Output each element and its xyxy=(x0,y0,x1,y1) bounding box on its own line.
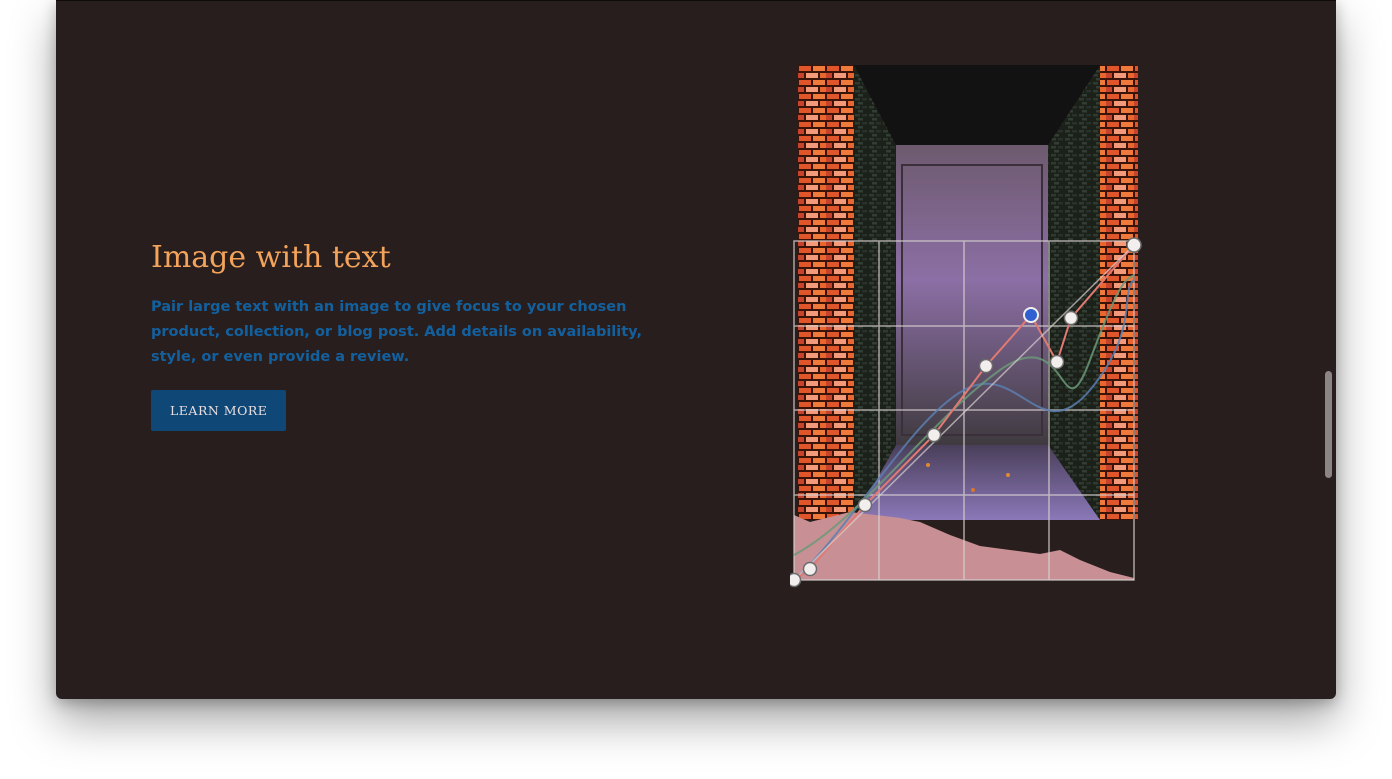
scrollbar-thumb[interactable] xyxy=(1325,371,1332,478)
top-divider xyxy=(56,0,1336,1)
page-window: Image with text Pair large text with an … xyxy=(56,0,1336,699)
learn-more-button[interactable]: LEARN MORE xyxy=(151,390,287,431)
section-heading: Image with text xyxy=(151,240,391,275)
scrollbar[interactable] xyxy=(1322,0,1336,699)
section-body-text: Pair large text with an image to give fo… xyxy=(151,299,643,365)
featured-image xyxy=(790,60,1150,595)
alley-photo xyxy=(798,65,1138,520)
image-with-text-content: Image with text Pair large text with an … xyxy=(151,238,651,431)
alley-photo-with-curves-editor-icon xyxy=(790,65,1142,588)
